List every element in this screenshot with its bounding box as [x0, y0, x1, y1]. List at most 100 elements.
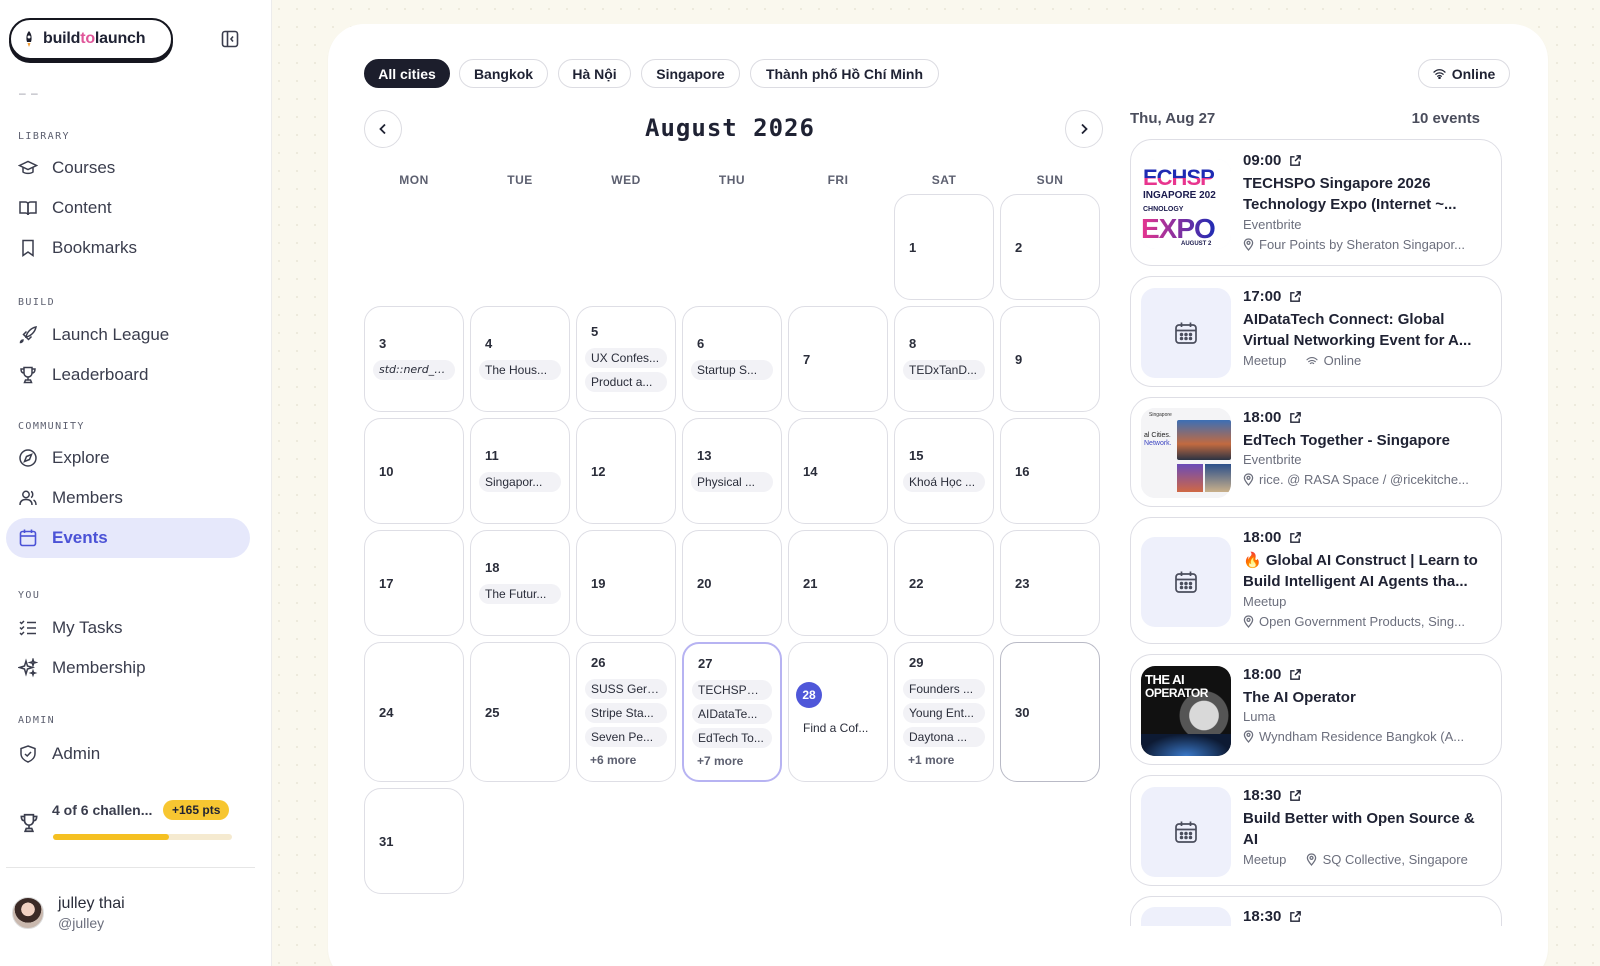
sidebar-item-label: Members	[52, 488, 123, 507]
sidebar-item-leaderboard[interactable]: Leaderboard	[6, 355, 250, 395]
calendar-day-25[interactable]: 25	[470, 642, 570, 782]
calendar-day-2[interactable]: 2	[1000, 194, 1100, 300]
sidebar-item-membership[interactable]: Membership	[6, 648, 250, 688]
sidebar-item-explore[interactable]: Explore	[6, 438, 250, 478]
calendar-day-3[interactable]: 3 std::nerd_s...	[364, 306, 464, 412]
calendar-day-8[interactable]: 8 TEDxTanD...	[894, 306, 994, 412]
calendar-event-pill[interactable]: Daytona ...	[903, 727, 985, 747]
calendar-day-23[interactable]: 23	[1000, 530, 1100, 636]
calendar-day-21[interactable]: 21	[788, 530, 888, 636]
calendar-day-5[interactable]: 5 UX Confes... Product a...	[576, 306, 676, 412]
brand-logo[interactable]: buildtolaunch	[9, 18, 173, 60]
calendar-day-6[interactable]: 6 Startup S...	[682, 306, 782, 412]
sidebar-item-events[interactable]: Events	[6, 518, 250, 558]
collapse-sidebar-button[interactable]	[220, 29, 240, 49]
calendar-day-29[interactable]: 29 Founders ... Young Ent... Daytona ... +1 …	[894, 642, 994, 782]
calendar-event-pill[interactable]: Find a Cof...	[797, 718, 879, 738]
calendar-day-13[interactable]: 13 Physical ...	[682, 418, 782, 524]
calendar-day-4[interactable]: 4 The Hous...	[470, 306, 570, 412]
event-title[interactable]: The AI Operator	[1243, 687, 1493, 708]
calendar-event-pill[interactable]: Physical ...	[691, 472, 773, 492]
calendar-day-31[interactable]: 31	[364, 788, 464, 894]
calendar-event-pill[interactable]: Stripe Sta...	[585, 703, 667, 723]
calendar-event-pill[interactable]: Singapor...	[479, 472, 561, 492]
more-events-link[interactable]: +6 more	[590, 753, 636, 767]
calendar-day-19[interactable]: 19	[576, 530, 676, 636]
thumb-text: al Cities.	[1144, 432, 1171, 439]
more-events-link[interactable]: +1 more	[908, 753, 954, 767]
calendar-event-pill[interactable]: AIDataTe...	[692, 704, 772, 724]
external-link-icon	[1290, 790, 1302, 801]
calendar-event-pill[interactable]: SUSS Gero...	[585, 679, 667, 699]
calendar-event-pill[interactable]: Khoá Học ...	[903, 472, 985, 492]
calendar-day-9[interactable]: 9	[1000, 306, 1100, 412]
day-number: 17	[379, 576, 394, 591]
thumb-text: ECHSP	[1143, 165, 1215, 190]
event-card[interactable]: THE AI OPERATOR 18:00 The AI Operator Luma Wy…	[1130, 654, 1502, 765]
sidebar-item-content[interactable]: Content	[6, 188, 250, 228]
calendar-day-22[interactable]: 22	[894, 530, 994, 636]
calendar-event-pill[interactable]: Product a...	[585, 372, 667, 392]
calendar-day-24[interactable]: 24	[364, 642, 464, 782]
calendar-day-28[interactable]: 28 Find a Cof...	[788, 642, 888, 782]
calendar-day-27[interactable]: 27 TECHSPO ... AIDataTe... EdTech To... +7 m…	[682, 642, 782, 782]
calendar-day-18[interactable]: 18 The Futur...	[470, 530, 570, 636]
thumb-text: Network.	[1144, 440, 1172, 447]
sidebar-item-bookmarks[interactable]: Bookmarks	[6, 228, 250, 268]
city-chip-hanoi[interactable]: Hà Nội	[558, 59, 631, 88]
calendar-day-20[interactable]: 20	[682, 530, 782, 636]
next-month-button[interactable]	[1065, 110, 1103, 148]
event-title[interactable]: AIDataTech Connect: Global Virtual Netwo…	[1243, 309, 1493, 351]
calendar-day-1[interactable]: 1	[894, 194, 994, 300]
challenge-progress[interactable]: 4 of 6 challen... +165 pts	[18, 800, 242, 833]
event-title[interactable]: Build Better with Open Source & AI	[1243, 808, 1493, 850]
user-profile[interactable]: julley thai @julley	[12, 893, 125, 933]
calendar-event-pill[interactable]: Seven Pe...	[585, 727, 667, 747]
sidebar-item-launch-league[interactable]: Launch League	[6, 315, 250, 355]
event-card[interactable]: 18:30	[1130, 896, 1502, 926]
calendar-event-pill[interactable]: Founders ...	[903, 679, 985, 699]
sidebar-item-my-tasks[interactable]: My Tasks	[6, 608, 250, 648]
calendar-day-15[interactable]: 15 Khoá Học ...	[894, 418, 994, 524]
day-number: 11	[485, 448, 499, 463]
calendar-day-26[interactable]: 26 SUSS Gero... Stripe Sta... Seven Pe... +6…	[576, 642, 676, 782]
calendar-event-pill[interactable]: std::nerd_s...	[373, 360, 455, 380]
calendar-event-pill[interactable]: Young Ent...	[903, 703, 985, 723]
calendar-event-pill[interactable]: Startup S...	[691, 360, 773, 380]
online-filter-chip[interactable]: Online	[1418, 59, 1510, 88]
truncated-item: – –	[19, 86, 39, 100]
calendar-day-16[interactable]: 16	[1000, 418, 1100, 524]
event-card[interactable]: 18:30 Build Better with Open Source & AI M…	[1130, 775, 1502, 886]
city-chip-hcmc[interactable]: Thành phố Hồ Chí Minh	[750, 59, 939, 88]
more-events-link[interactable]: +7 more	[697, 754, 743, 768]
city-chip-singapore[interactable]: Singapore	[641, 59, 740, 88]
calendar-day-7[interactable]: 7	[788, 306, 888, 412]
event-card[interactable]: ECHSP INGAPORE 202 CHNOLOGY EXPO AUGUST 2 09:…	[1130, 139, 1502, 266]
calendar-day-14[interactable]: 14	[788, 418, 888, 524]
sidebar-item-admin[interactable]: Admin	[6, 734, 250, 774]
sidebar-item-members[interactable]: Members	[6, 478, 250, 518]
calendar-event-pill[interactable]: The Futur...	[479, 584, 561, 604]
calendar-event-pill[interactable]: TEDxTanD...	[903, 360, 985, 380]
calendar-event-pill[interactable]: The Hous...	[479, 360, 561, 380]
calendar-day-10[interactable]: 10	[364, 418, 464, 524]
event-card[interactable]: Singapore al Cities. Network. 18:00 EdTech T…	[1130, 397, 1502, 507]
city-chip-bangkok[interactable]: Bangkok	[459, 59, 548, 88]
calendar-day-12[interactable]: 12	[576, 418, 676, 524]
event-title[interactable]: 🔥 Global AI Construct | Learn to Build I…	[1243, 550, 1493, 592]
calendar-day-11[interactable]: 11 Singapor...	[470, 418, 570, 524]
event-time: 17:00	[1243, 288, 1302, 305]
event-title[interactable]: TECHSPO Singapore 2026 Technology Expo (…	[1243, 173, 1493, 215]
calendar-event-pill[interactable]: TECHSPO ...	[692, 680, 772, 700]
city-chip-all[interactable]: All cities	[364, 59, 450, 88]
sidebar-item-courses[interactable]: Courses	[6, 148, 250, 188]
event-card[interactable]: 17:00 AIDataTech Connect: Global Virtual …	[1130, 276, 1502, 387]
calendar-event-pill[interactable]: UX Confes...	[585, 348, 667, 368]
calendar-day-17[interactable]: 17	[364, 530, 464, 636]
event-card[interactable]: 18:00 🔥 Global AI Construct | Learn to Bu…	[1130, 517, 1502, 644]
event-title[interactable]: EdTech Together - Singapore	[1243, 430, 1493, 451]
calendar-day-30[interactable]: 30	[1000, 642, 1100, 782]
section-label-library: LIBRARY	[18, 131, 70, 142]
calendar-event-pill[interactable]: EdTech To...	[692, 728, 772, 748]
checklist-icon	[19, 620, 36, 636]
